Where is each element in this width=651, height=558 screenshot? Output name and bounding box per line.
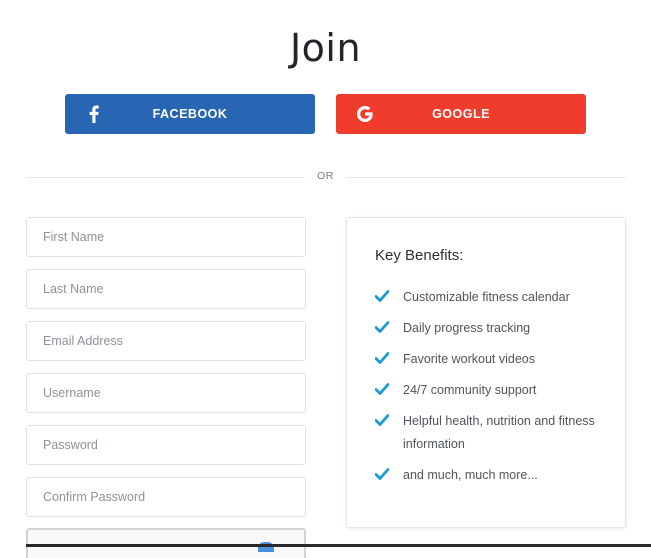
page-title: Join <box>289 26 362 70</box>
benefit-text: Helpful health, nutrition and fitness in… <box>403 414 595 451</box>
checkmark-icon <box>375 352 389 364</box>
email-input[interactable] <box>26 321 306 361</box>
username-input[interactable] <box>26 373 306 413</box>
checkmark-icon <box>375 468 389 480</box>
benefit-text: 24/7 community support <box>403 383 537 397</box>
benefit-item: Daily progress tracking <box>375 317 615 340</box>
google-signup-button[interactable]: GOOGLE <box>336 94 586 134</box>
confirm-password-input[interactable] <box>26 477 306 517</box>
benefits-title: Key Benefits: <box>375 247 464 264</box>
facebook-icon <box>83 103 105 125</box>
checkmark-icon <box>375 321 389 333</box>
facebook-button-label: FACEBOOK <box>152 107 228 121</box>
checkmark-icon <box>375 290 389 302</box>
google-icon <box>354 103 376 125</box>
benefit-item: Helpful health, nutrition and fitness in… <box>375 410 615 456</box>
or-divider-label: OR <box>317 170 334 182</box>
benefit-item: and much, much more... <box>375 464 615 487</box>
benefit-text: Daily progress tracking <box>403 321 531 335</box>
benefit-text: and much, much more... <box>403 468 538 482</box>
benefit-item: 24/7 community support <box>375 379 615 402</box>
first-name-input[interactable] <box>26 217 306 257</box>
captcha-widget[interactable] <box>26 528 306 558</box>
last-name-input[interactable] <box>26 269 306 309</box>
benefit-text: Customizable fitness calendar <box>403 290 570 304</box>
benefits-list: Customizable fitness calendar Daily prog… <box>375 286 615 495</box>
benefit-text: Favorite workout videos <box>403 352 536 366</box>
checkmark-icon <box>375 414 389 426</box>
google-button-label: GOOGLE <box>432 107 490 121</box>
facebook-signup-button[interactable]: FACEBOOK <box>65 94 315 134</box>
divider-right <box>346 177 626 178</box>
checkmark-icon <box>375 383 389 395</box>
password-input[interactable] <box>26 425 306 465</box>
benefit-item: Customizable fitness calendar <box>375 286 615 309</box>
key-benefits-card: Key Benefits: Customizable fitness calen… <box>346 217 626 528</box>
benefit-item: Favorite workout videos <box>375 348 615 371</box>
divider-left <box>26 177 305 178</box>
